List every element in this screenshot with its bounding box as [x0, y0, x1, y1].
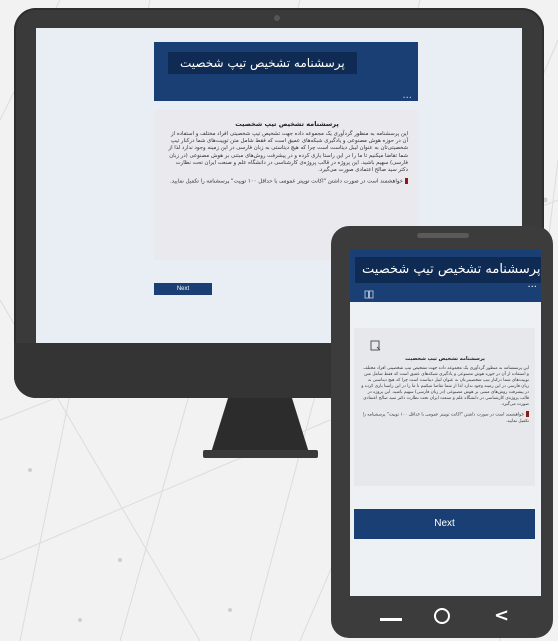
desktop-card-title: پرسشنامه تشخیص تیپ شخصیت [235, 120, 339, 128]
monitor-stand-base [203, 450, 318, 458]
form-icon [370, 340, 382, 352]
desktop-card-description: این پرسشنامه به منظور گردآوری یک مجموعه … [168, 131, 408, 174]
note-marker-icon [526, 411, 529, 417]
desktop-note-text: خواهشمند است در صورت داشتن "اکانت توییتر… [169, 178, 403, 185]
desktop-next-button[interactable]: Next [154, 283, 212, 295]
mobile-card-note: خواهشمند است در صورت داشتن "اکانت توییتر… [361, 411, 529, 425]
mobile-card-description: این پرسشنامه به منظور گردآوری یک مجموعه … [361, 366, 529, 407]
desktop-form-header: پرسشنامه تشخیص تیپ شخصیت ... [154, 42, 418, 101]
mobile-phone: پرسشنامه تشخیص تیپ شخصیت ... پرسشنامه تش… [331, 226, 553, 638]
mobile-menu-dots[interactable]: ... [527, 280, 537, 290]
mobile-note-text: خواهشمند است در صورت داشتن "اکانت توییتر… [362, 412, 529, 424]
desktop-card-note: خواهشمند است در صورت داشتن "اکانت توییتر… [166, 178, 408, 186]
mobile-card-title: پرسشنامه تشخیص تیپ شخصیت [405, 356, 485, 362]
recent-apps-icon[interactable]: < [494, 606, 509, 626]
desktop-form-title: پرسشنامه تشخیص تیپ شخصیت [168, 52, 357, 74]
desktop-menu-dots[interactable]: ... [402, 91, 412, 101]
mobile-next-button[interactable]: Next [354, 509, 535, 539]
home-icon[interactable] [434, 608, 450, 624]
note-marker-icon [405, 178, 408, 185]
mobile-form-title: پرسشنامه تشخیص تیپ شخصیت [355, 257, 541, 283]
phone-screen: پرسشنامه تشخیص تیپ شخصیت ... پرسشنامه تش… [350, 250, 541, 596]
book-icon[interactable] [364, 290, 374, 299]
mobile-form-header: پرسشنامه تشخیص تیپ شخصیت ... [350, 250, 541, 302]
webcam-dot [274, 15, 280, 21]
back-icon[interactable] [380, 618, 402, 621]
phone-navigation-bar: < [331, 604, 553, 632]
phone-speaker [417, 233, 469, 238]
mobile-form-description-card: پرسشنامه تشخیص تیپ شخصیت این پرسشنامه به… [354, 328, 535, 486]
